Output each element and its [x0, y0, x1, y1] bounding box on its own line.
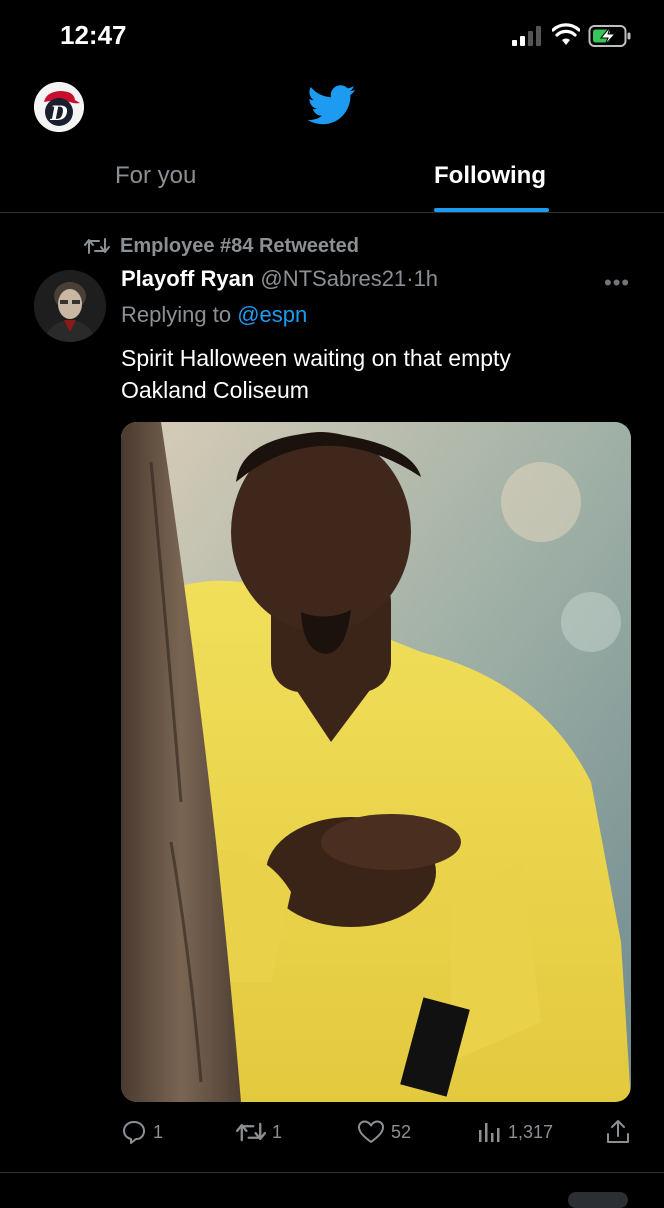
- timeline-tabs: For you Following: [0, 150, 664, 212]
- views-count: 1,317: [508, 1121, 554, 1142]
- replying-prefix: Replying to: [121, 302, 232, 327]
- tab-following[interactable]: Following: [434, 162, 546, 190]
- tweet-text: Spirit Halloween waiting on that empty O…: [121, 345, 511, 403]
- status-time: 12:47: [60, 20, 127, 50]
- like-count: 52: [391, 1121, 412, 1142]
- views-button[interactable]: 1,317: [476, 1114, 553, 1150]
- replying-to-line: Replying to @espn: [121, 302, 307, 328]
- cellular-signal-icon: [512, 26, 541, 46]
- timeline-header: D For you Following: [0, 70, 664, 213]
- author-name[interactable]: Playoff Ryan: [121, 266, 254, 291]
- next-tweet-peek: [568, 1192, 628, 1208]
- like-button[interactable]: 52: [357, 1114, 411, 1150]
- tab-for-you[interactable]: For you: [115, 162, 196, 190]
- reply-button[interactable]: 1: [121, 1114, 163, 1150]
- author-handle[interactable]: @NTSabres21: [260, 266, 406, 291]
- more-options-icon[interactable]: •••: [604, 270, 630, 296]
- meme-illustration: [121, 422, 631, 1102]
- reply-count: 1: [153, 1121, 164, 1142]
- wifi-icon: [552, 23, 580, 45]
- heart-icon: [358, 1120, 384, 1143]
- tweet-time[interactable]: 1h: [414, 266, 438, 291]
- twitter-bird-icon[interactable]: [308, 85, 356, 125]
- retweet-context[interactable]: Employee #84 Retweeted: [84, 232, 359, 260]
- retweeted-by-label: Employee #84 Retweeted: [120, 234, 359, 257]
- tweet-author-line: Playoff Ryan @NTSabres21·1h: [121, 266, 438, 292]
- author-avatar-image: [34, 270, 106, 342]
- retweet-count: 1: [272, 1121, 283, 1142]
- share-button[interactable]: [605, 1114, 637, 1150]
- retweet-button[interactable]: 1: [236, 1114, 282, 1150]
- retweet-icon: [84, 238, 110, 254]
- reply-icon: [123, 1121, 145, 1144]
- tweet-divider: [0, 1172, 664, 1173]
- profile-avatar-icon: D: [34, 82, 84, 132]
- replying-to-mention[interactable]: @espn: [237, 302, 307, 327]
- status-bar: 12:47: [0, 0, 664, 70]
- tweet-actions: 1 1 52 1,317: [121, 1114, 641, 1150]
- active-tab-indicator: [434, 208, 549, 212]
- profile-avatar-button[interactable]: D: [34, 82, 84, 132]
- svg-text:D: D: [49, 101, 68, 125]
- separator-dot: ·: [406, 266, 414, 291]
- author-avatar[interactable]: [34, 270, 106, 342]
- share-icon: [607, 1120, 629, 1143]
- battery-charging-icon: [588, 25, 631, 47]
- tweet-media-image[interactable]: [121, 422, 631, 1102]
- views-chart-icon: [479, 1123, 500, 1142]
- retweet-action-icon: [236, 1122, 266, 1142]
